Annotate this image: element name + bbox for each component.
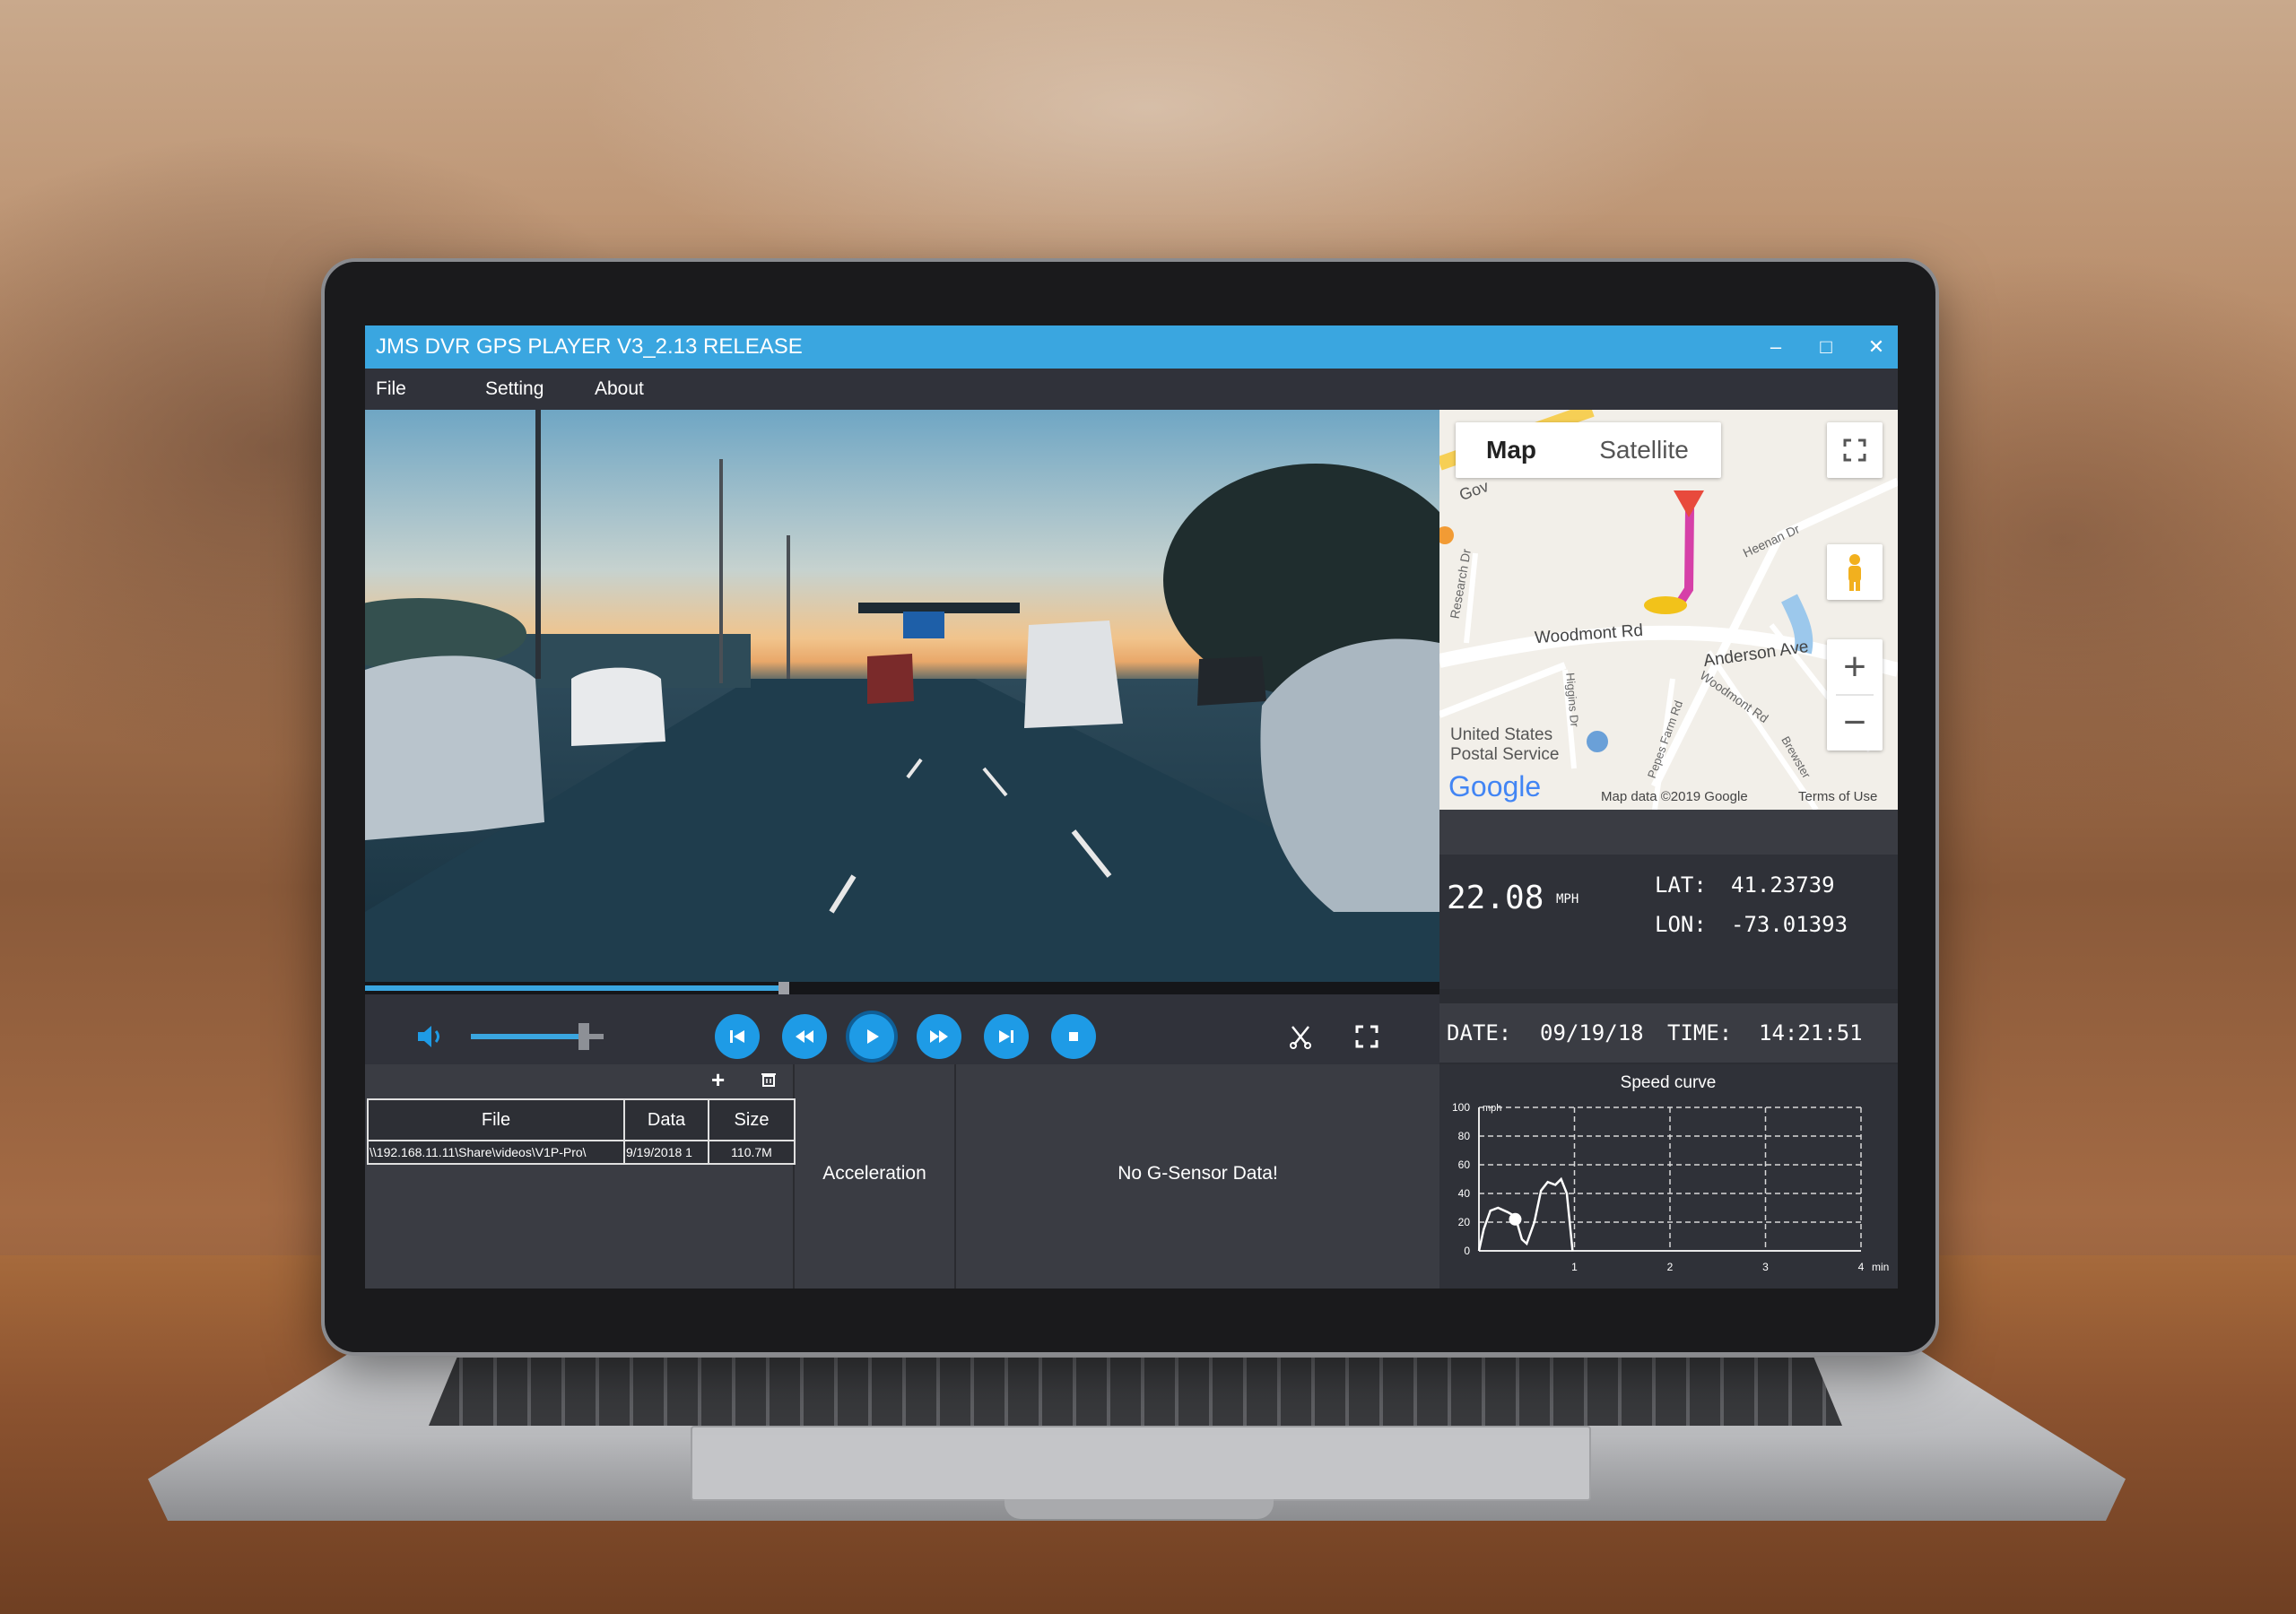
current-position-marker xyxy=(1509,1212,1522,1226)
close-button[interactable]: ✕ xyxy=(1853,325,1898,369)
laptop-notch xyxy=(1004,1499,1274,1519)
y-tick-label: 0 xyxy=(1464,1245,1470,1257)
x-axis-label: min xyxy=(1872,1261,1889,1273)
add-file-button[interactable]: + xyxy=(711,1068,725,1091)
time-value: 14:21:51 xyxy=(1759,1020,1863,1046)
x-tick-label: 2 xyxy=(1667,1261,1674,1273)
title-bar: JMS DVR GPS PLAYER V3_2.13 RELEASE ‒ □ ✕ xyxy=(365,325,1898,369)
minimize-button[interactable]: ‒ xyxy=(1752,325,1799,369)
seek-progress xyxy=(365,985,785,991)
lat-value: 41.23739 xyxy=(1731,872,1835,898)
skip-previous-icon xyxy=(730,1030,744,1043)
column-size[interactable]: Size xyxy=(708,1098,796,1141)
y-tick-label: 100 xyxy=(1452,1101,1470,1114)
zoom-control: + − xyxy=(1827,639,1883,751)
map-panel[interactable]: Map Satellite + − Woodmont Rd Anderson A… xyxy=(1439,410,1898,810)
x-tick-label: 1 xyxy=(1571,1261,1578,1273)
g-sensor-message: No G-Sensor Data! xyxy=(1118,1163,1278,1184)
street-view-button[interactable] xyxy=(1827,544,1883,600)
menu-file[interactable]: File xyxy=(376,369,406,410)
y-tick-label: 20 xyxy=(1458,1216,1471,1228)
table-row[interactable]: \\192.168.11.11\Share\videos\V1P-Pro\ 9/… xyxy=(367,1140,796,1165)
map-type-satellite[interactable]: Satellite xyxy=(1567,422,1721,478)
maximize-button[interactable]: □ xyxy=(1803,325,1849,369)
speed-curve-chart: Speed curve mph min 100 80 60 40 20 0 1 2 3 4 xyxy=(1452,1073,1889,1273)
y-axis-label: mph xyxy=(1483,1103,1501,1114)
app-window: JMS DVR GPS PLAYER V3_2.13 RELEASE ‒ □ ✕… xyxy=(365,325,1898,1289)
y-tick-label: 80 xyxy=(1458,1130,1471,1142)
menu-setting[interactable]: Setting xyxy=(485,369,544,410)
play-icon xyxy=(867,1029,879,1044)
video-frame[interactable] xyxy=(365,410,1439,982)
volume-thumb[interactable] xyxy=(578,1023,589,1050)
google-logo: Google xyxy=(1448,770,1542,803)
acceleration-label: Acceleration xyxy=(822,1163,926,1184)
map-data-credit: Map data ©2019 Google xyxy=(1601,789,1748,804)
skip-next-icon xyxy=(999,1030,1013,1043)
highway-scene-image xyxy=(365,410,1439,982)
window-title: JMS DVR GPS PLAYER V3_2.13 RELEASE xyxy=(376,334,803,359)
stop-icon xyxy=(1069,1032,1078,1041)
speed-series-line xyxy=(1477,1176,1574,1252)
delete-icon[interactable] xyxy=(761,1072,777,1088)
speed-unit: MPH xyxy=(1556,892,1579,907)
map-label-usps-1: United States xyxy=(1450,725,1553,744)
map-terms-link[interactable]: Terms of Use xyxy=(1798,789,1877,804)
x-tick-label: 4 xyxy=(1858,1261,1865,1273)
file-path-cell: \\192.168.11.11\Share\videos\V1P-Pro\ xyxy=(367,1140,625,1165)
skip-next-button[interactable] xyxy=(984,1014,1029,1059)
x-tick-label: 3 xyxy=(1762,1261,1769,1273)
rewind-icon xyxy=(796,1030,813,1043)
volume-icon[interactable] xyxy=(415,1023,446,1050)
date-value: 09/19/18 xyxy=(1540,1020,1644,1046)
file-list-table: File Data Size \\192.168.11.11\Share\vid… xyxy=(367,1098,796,1165)
table-header-row: File Data Size xyxy=(367,1098,796,1141)
pegman-icon xyxy=(1848,554,1861,591)
column-file[interactable]: File xyxy=(367,1098,625,1141)
date-label: DATE: xyxy=(1447,1020,1512,1046)
skip-previous-button[interactable] xyxy=(715,1014,760,1059)
volume-level xyxy=(471,1034,584,1039)
menu-about[interactable]: About xyxy=(595,369,644,410)
y-tick-label: 60 xyxy=(1458,1158,1471,1171)
y-tick-label: 40 xyxy=(1458,1187,1471,1200)
fast-forward-button[interactable] xyxy=(917,1014,961,1059)
laptop-trackpad xyxy=(691,1426,1591,1501)
scissors-icon[interactable] xyxy=(1287,1023,1314,1050)
speed-curve-panel: Speed curve mph min 100 80 60 40 20 0 1 2 3 4 xyxy=(1439,1064,1898,1289)
zoom-out-button[interactable]: − xyxy=(1827,695,1883,751)
file-size-cell: 110.7M xyxy=(708,1140,796,1165)
fast-forward-icon xyxy=(930,1030,948,1043)
play-button[interactable] xyxy=(849,1014,894,1059)
gps-readout: 22.08 MPH LAT: 41.23739 LON: -73.01393 xyxy=(1439,855,1898,989)
seek-bar[interactable] xyxy=(365,982,1439,994)
lat-label: LAT: xyxy=(1655,872,1707,898)
gps-spacer xyxy=(1439,810,1898,855)
map-type-map[interactable]: Map xyxy=(1456,422,1567,478)
map-label-usps-2: Postal Service xyxy=(1450,745,1560,764)
rewind-button[interactable] xyxy=(782,1014,827,1059)
laptop-keyboard xyxy=(429,1358,1842,1426)
map-fullscreen-button[interactable] xyxy=(1827,422,1883,478)
stop-button[interactable] xyxy=(1051,1014,1096,1059)
date-time-readout: DATE: 09/19/18 TIME: 14:21:51 xyxy=(1439,1003,1898,1063)
chart-title: Speed curve xyxy=(1621,1073,1717,1092)
map-type-toggle: Map Satellite xyxy=(1456,422,1721,478)
menu-bar: File Setting About xyxy=(365,369,1898,410)
time-label: TIME: xyxy=(1667,1020,1733,1046)
zoom-in-button[interactable]: + xyxy=(1827,639,1883,695)
column-data[interactable]: Data xyxy=(623,1098,709,1141)
fullscreen-icon[interactable] xyxy=(1355,1025,1378,1048)
lon-label: LON: xyxy=(1655,912,1707,937)
speed-value: 22.08 xyxy=(1447,880,1544,916)
expand-icon xyxy=(1843,438,1866,462)
seek-thumb[interactable] xyxy=(778,982,790,994)
lon-value: -73.01393 xyxy=(1731,912,1848,937)
file-date-cell: 9/19/2018 1 xyxy=(623,1140,709,1165)
